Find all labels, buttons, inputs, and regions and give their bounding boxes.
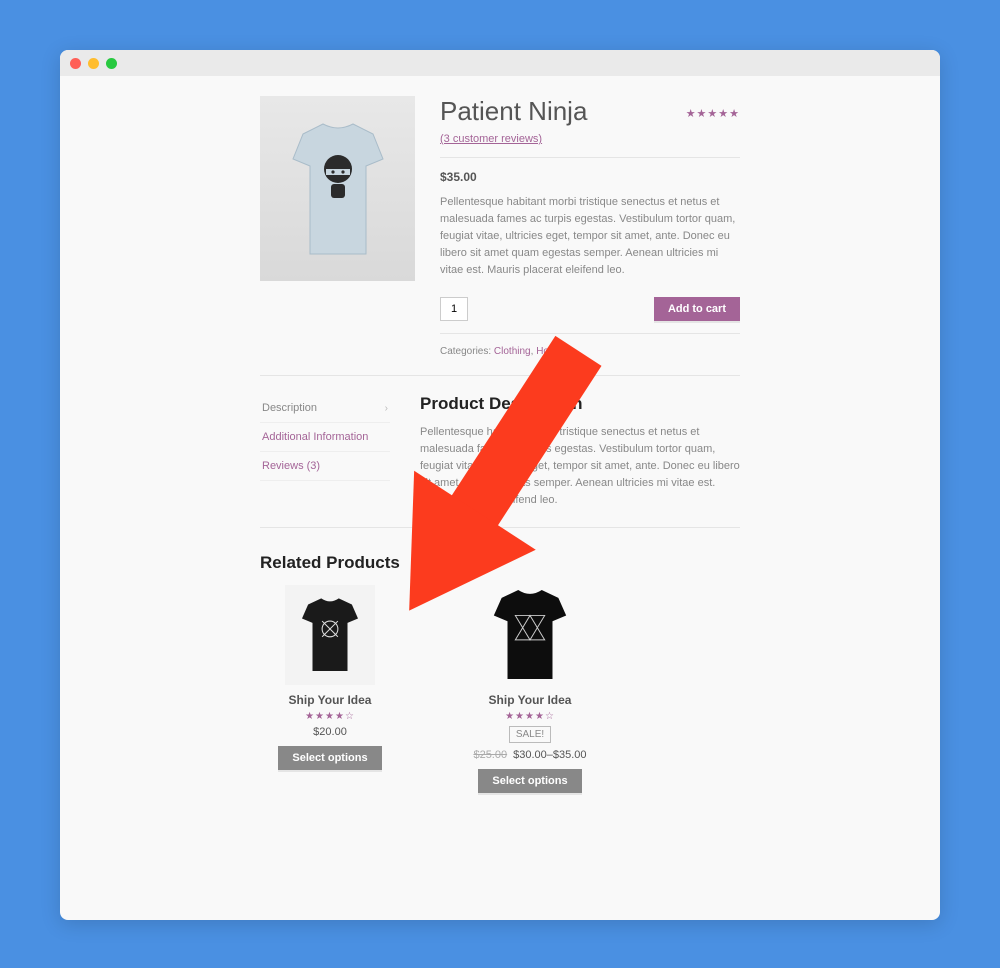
quantity-stepper[interactable] [440, 297, 468, 321]
product-tabs: Description › Additional Information Rev… [260, 394, 740, 509]
tab-description[interactable]: Description › [260, 394, 390, 423]
related-product-name: Ship Your Idea [260, 693, 400, 707]
page-content: Patient Ninja ★★★★★ (3 customer reviews)… [60, 76, 940, 920]
star-rating: ★★★★★ [686, 107, 740, 120]
tshirt-icon [295, 593, 365, 678]
related-grid: Ship Your Idea ★★★★☆ $20.00 Select optio… [260, 585, 740, 793]
tab-reviews[interactable]: Reviews (3) [260, 452, 390, 481]
product-price: $35.00 [440, 170, 740, 184]
related-product-rating: ★★★★☆ [460, 711, 600, 722]
close-dot[interactable] [70, 58, 81, 69]
tshirt-icon [486, 586, 574, 684]
product-image[interactable] [260, 96, 415, 281]
product-short-description: Pellentesque habitant morbi tristique se… [440, 194, 740, 279]
related-heading: Related Products [260, 553, 740, 573]
add-to-cart-row: Add to cart [440, 297, 740, 321]
reviews-link[interactable]: (3 customer reviews) [440, 133, 542, 145]
chevron-right-icon: › [385, 403, 388, 414]
select-options-button[interactable]: Select options [478, 769, 581, 793]
divider [440, 333, 740, 334]
related-product-image [485, 585, 575, 685]
tab-content-heading: Product Description [420, 394, 740, 414]
tab-content-body: Pellentesque habitant morbi tristique se… [420, 424, 740, 509]
tab-label: Additional Information [262, 431, 368, 443]
tab-panel-description: Product Description Pellentesque habitan… [420, 394, 740, 509]
current-price: $30.00–$35.00 [513, 749, 586, 761]
tshirt-graphic [278, 114, 398, 264]
maximize-dot[interactable] [106, 58, 117, 69]
browser-window: Patient Ninja ★★★★★ (3 customer reviews)… [60, 50, 940, 920]
window-titlebar [60, 50, 940, 76]
related-product[interactable]: Ship Your Idea ★★★★☆ SALE! $25.00 $30.00–… [460, 585, 600, 793]
related-product-image [285, 585, 375, 685]
add-to-cart-button[interactable]: Add to cart [654, 297, 740, 321]
related-product-name: Ship Your Idea [460, 693, 600, 707]
sale-badge: SALE! [509, 726, 551, 743]
divider [440, 157, 740, 158]
tab-additional-information[interactable]: Additional Information [260, 423, 390, 452]
minimize-dot[interactable] [88, 58, 99, 69]
tab-list: Description › Additional Information Rev… [260, 394, 390, 509]
tab-label: Reviews (3) [262, 460, 320, 472]
select-options-button[interactable]: Select options [278, 746, 381, 770]
related-products: Related Products Ship Your Idea ★★★★☆ $2… [260, 553, 740, 793]
product-categories: Categories: Clothing, Hoodies. [440, 346, 740, 357]
related-product-rating: ★★★★☆ [260, 711, 400, 722]
product-summary-row: Patient Ninja ★★★★★ (3 customer reviews)… [260, 96, 740, 357]
related-product-price: $20.00 [260, 726, 400, 738]
related-product[interactable]: Ship Your Idea ★★★★☆ $20.00 Select optio… [260, 585, 400, 793]
section-divider [260, 375, 740, 376]
section-divider [260, 527, 740, 528]
old-price: $25.00 [473, 749, 507, 761]
product-summary: Patient Ninja ★★★★★ (3 customer reviews)… [440, 96, 740, 357]
tab-label: Description [262, 402, 317, 414]
related-product-price: $25.00 $30.00–$35.00 [460, 749, 600, 761]
category-link-clothing[interactable]: Clothing [494, 346, 531, 357]
category-link-hoodies[interactable]: Hoodies [536, 346, 573, 357]
categories-label: Categories: [440, 346, 494, 357]
product-title: Patient Ninja [440, 96, 587, 127]
